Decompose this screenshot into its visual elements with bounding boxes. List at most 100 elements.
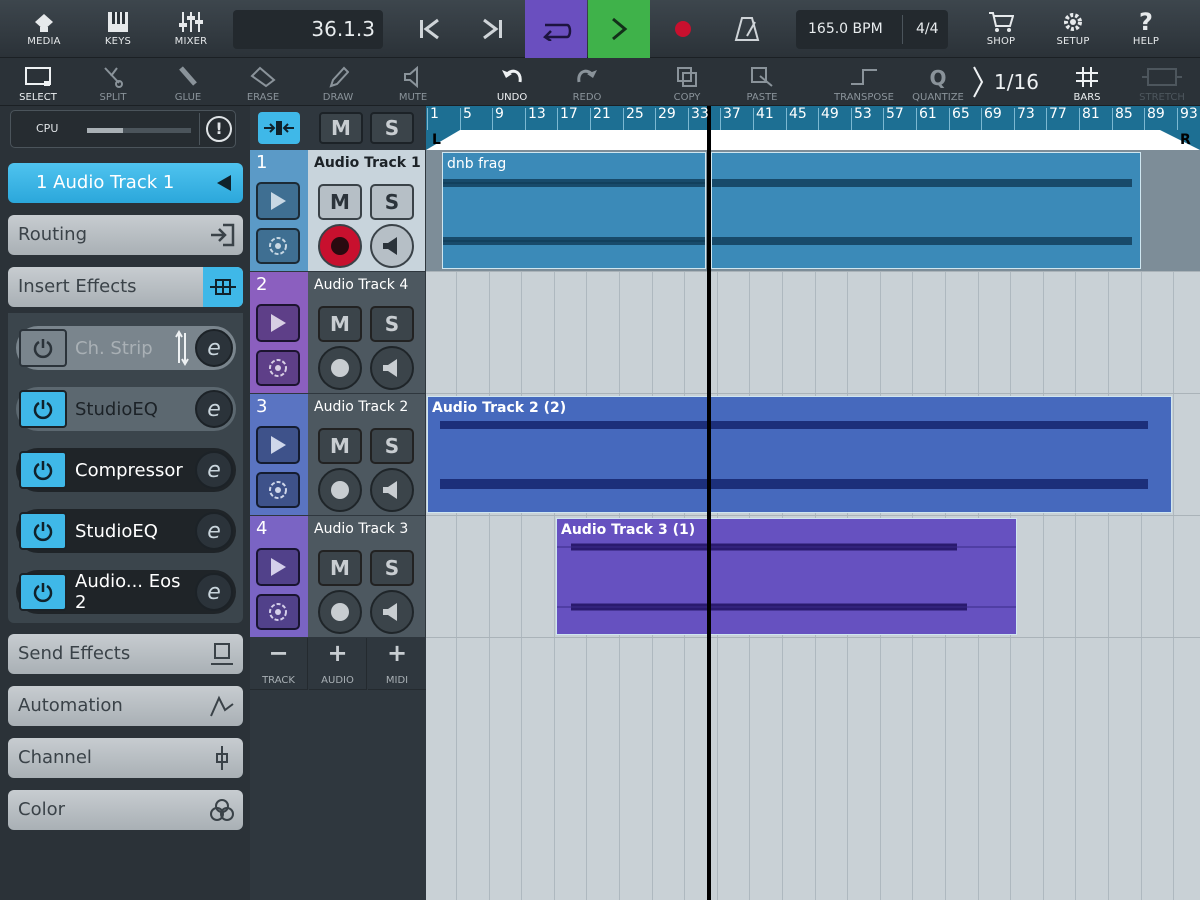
play-button[interactable] bbox=[588, 0, 650, 58]
effect-slot-4[interactable]: StudioEQ e bbox=[16, 509, 236, 553]
undo-button[interactable]: UNDO bbox=[486, 58, 538, 106]
effect-edit-button[interactable]: e bbox=[195, 573, 233, 611]
media-button[interactable]: MEDIA bbox=[18, 0, 70, 58]
effect-slot-1[interactable]: Ch. Strip e bbox=[16, 326, 236, 370]
playhead[interactable] bbox=[707, 106, 711, 900]
bars-button[interactable]: BARS bbox=[1061, 58, 1113, 106]
track-settings-button[interactable] bbox=[256, 350, 300, 386]
copy-button[interactable]: COPY bbox=[661, 58, 713, 106]
erase-tool[interactable]: ERASE bbox=[237, 58, 289, 106]
send-effects-section[interactable]: Send Effects bbox=[8, 634, 243, 674]
remove-track-button[interactable]: − TRACK bbox=[250, 638, 308, 690]
effect-slot-5[interactable]: Audio... Eos 2 e bbox=[16, 570, 236, 614]
track-solo-button[interactable]: S bbox=[370, 428, 414, 464]
right-locator-label[interactable]: R bbox=[1180, 132, 1191, 148]
effect-power-button[interactable] bbox=[19, 573, 67, 611]
select-tool[interactable]: SELECT bbox=[12, 58, 64, 106]
color-section[interactable]: Color bbox=[8, 790, 243, 830]
track-mute-button[interactable]: M bbox=[318, 306, 362, 342]
draw-tool[interactable]: DRAW bbox=[312, 58, 364, 106]
effect-power-button[interactable] bbox=[19, 329, 67, 367]
left-locator-label[interactable]: L bbox=[432, 132, 441, 148]
forward-button[interactable] bbox=[462, 0, 524, 58]
track-select-button[interactable] bbox=[256, 426, 300, 464]
help-button[interactable]: ? HELP bbox=[1120, 0, 1172, 58]
effect-edit-button[interactable]: e bbox=[195, 451, 233, 489]
loop-range-bar[interactable] bbox=[426, 130, 1200, 150]
track-monitor-button[interactable] bbox=[370, 590, 414, 634]
glue-tool[interactable]: GLUE bbox=[162, 58, 214, 106]
quantize-button[interactable]: Q QUANTIZE bbox=[908, 58, 968, 106]
effect-power-button[interactable] bbox=[19, 451, 67, 489]
position-display[interactable]: 36.1.3 bbox=[233, 10, 383, 49]
track-select-button[interactable] bbox=[256, 182, 300, 220]
effect-edit-button[interactable]: e bbox=[195, 329, 233, 367]
track-record-arm-button[interactable] bbox=[318, 224, 362, 268]
track-monitor-button[interactable] bbox=[370, 346, 414, 390]
effect-edit-button[interactable]: e bbox=[195, 512, 233, 550]
add-audio-track-button[interactable]: + AUDIO bbox=[309, 638, 367, 690]
waveform-icon bbox=[712, 179, 1132, 245]
track-select-button[interactable] bbox=[256, 548, 300, 586]
track-row-1[interactable]: 1 Audio Track 1 M S bbox=[250, 150, 425, 271]
track-solo-button[interactable]: S bbox=[370, 184, 414, 220]
track-select-button[interactable] bbox=[256, 304, 300, 342]
transpose-button[interactable]: TRANSPOSE bbox=[826, 58, 902, 106]
ruler-tick bbox=[1046, 108, 1047, 130]
effect-edit-button[interactable]: e bbox=[195, 390, 233, 428]
insert-effects-section[interactable]: Insert Effects bbox=[8, 267, 243, 307]
track-row-3[interactable]: 3 Audio Track 2 M S bbox=[250, 394, 425, 515]
effect-power-button[interactable] bbox=[19, 512, 67, 550]
audio-clip[interactable]: Audio Track 2 (2) bbox=[427, 396, 1172, 513]
paste-button[interactable]: PASTE bbox=[736, 58, 788, 106]
track-mute-button[interactable]: M bbox=[318, 428, 362, 464]
track-expand-button[interactable] bbox=[258, 112, 300, 144]
global-solo-button[interactable]: S bbox=[370, 112, 414, 144]
stretch-button[interactable]: STRETCH bbox=[1136, 58, 1188, 106]
global-mute-button[interactable]: M bbox=[319, 112, 363, 144]
track-monitor-button[interactable] bbox=[370, 468, 414, 512]
track-monitor-button[interactable] bbox=[370, 224, 414, 268]
track-solo-button[interactable]: S bbox=[370, 550, 414, 586]
track-settings-button[interactable] bbox=[256, 228, 300, 264]
copy-icon bbox=[677, 67, 697, 87]
track-settings-button[interactable] bbox=[256, 594, 300, 630]
track-row-4[interactable]: 4 Audio Track 3 M S bbox=[250, 516, 425, 637]
track-row-2[interactable]: 2 Audio Track 4 M S bbox=[250, 272, 425, 393]
channel-section[interactable]: Channel bbox=[8, 738, 243, 778]
play-arrow-icon bbox=[271, 314, 286, 332]
track-mute-button[interactable]: M bbox=[318, 184, 362, 220]
metronome-button[interactable] bbox=[716, 0, 778, 58]
mute-tool[interactable]: MUTE bbox=[387, 58, 439, 106]
record-button[interactable] bbox=[652, 0, 714, 58]
track-record-arm-button[interactable] bbox=[318, 468, 362, 512]
cpu-alert-icon[interactable]: ! bbox=[206, 116, 232, 142]
routing-section[interactable]: Routing bbox=[8, 215, 243, 255]
audio-clip[interactable]: dnb frag bbox=[442, 152, 706, 269]
mixer-button[interactable]: MIXER bbox=[165, 0, 217, 58]
quantize-value-selector[interactable]: 1/16 bbox=[972, 58, 1044, 106]
setup-button[interactable]: SETUP bbox=[1047, 0, 1099, 58]
tempo-display[interactable]: 165.0 BPM 4/4 bbox=[796, 10, 948, 49]
add-midi-track-button[interactable]: + MIDI bbox=[368, 638, 426, 690]
audio-clip[interactable] bbox=[711, 152, 1141, 269]
automation-section[interactable]: Automation bbox=[8, 686, 243, 726]
audio-clip[interactable]: Audio Track 3 (1) bbox=[556, 518, 1017, 635]
keys-button[interactable]: KEYS bbox=[92, 0, 144, 58]
rewind-button[interactable] bbox=[398, 0, 460, 58]
effect-slot-3[interactable]: Compressor e bbox=[16, 448, 236, 492]
track-record-arm-button[interactable] bbox=[318, 346, 362, 390]
split-tool[interactable]: SPLIT bbox=[87, 58, 139, 106]
insert-effects-toggle[interactable] bbox=[203, 267, 243, 307]
track-settings-button[interactable] bbox=[256, 472, 300, 508]
effect-slot-2[interactable]: StudioEQ e bbox=[16, 387, 236, 431]
redo-button[interactable]: REDO bbox=[561, 58, 613, 106]
track-mute-button[interactable]: M bbox=[318, 550, 362, 586]
selected-track-header[interactable]: 1 Audio Track 1 bbox=[8, 163, 243, 203]
shop-button[interactable]: SHOP bbox=[975, 0, 1027, 58]
reorder-icon[interactable] bbox=[175, 329, 189, 367]
effect-power-button[interactable] bbox=[19, 390, 67, 428]
track-solo-button[interactable]: S bbox=[370, 306, 414, 342]
loop-button[interactable] bbox=[525, 0, 587, 58]
track-record-arm-button[interactable] bbox=[318, 590, 362, 634]
